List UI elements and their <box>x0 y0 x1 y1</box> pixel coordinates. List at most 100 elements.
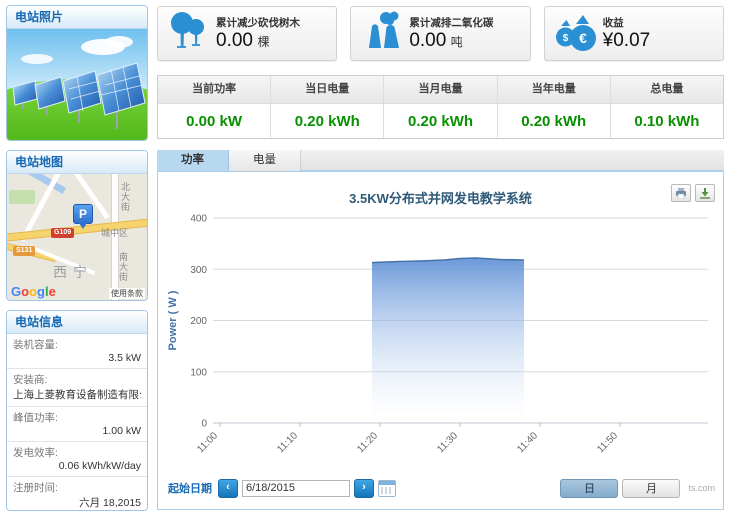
station-info-list: 装机容量: 3.5 kW 安装商: 上海上菱教育设备制造有限公司 峰值功率: 1… <box>7 334 147 511</box>
stat-header: 当日电量 <box>271 76 383 104</box>
tab-power[interactable]: 功率 <box>157 150 229 171</box>
station-photo-title: 电站照片 <box>7 6 147 29</box>
stat-value: 0.20 kWh <box>498 104 610 138</box>
eco-box-trees: 累计减少砍伐树木 0.00 棵 <box>157 6 337 61</box>
svg-text:$: $ <box>562 33 568 44</box>
eco-label: 累计减少砍伐树木 <box>216 15 330 30</box>
eco-box-co2: 累计减排二氧化碳 0.00 吨 <box>350 6 530 61</box>
info-row-efficiency: 发电效率: 0.06 kWh/kW/day <box>7 442 147 477</box>
date-input[interactable] <box>242 480 350 497</box>
range-toggle-group: 日 月 ts.com <box>560 479 715 498</box>
map-label-north-street: 北大街 <box>119 182 132 212</box>
prev-date-button[interactable]: ‹ <box>218 479 238 498</box>
eco-box-revenue: $ € 收益 ¥0.07 <box>544 6 724 61</box>
date-picker-group: 起始日期 ‹ › <box>168 479 396 498</box>
info-row-registered: 注册时间: 六月 18,2015 <box>7 477 147 511</box>
stat-header: 总电量 <box>611 76 723 104</box>
printer-icon <box>675 188 687 199</box>
stat-value: 0.20 kWh <box>271 104 383 138</box>
eco-unit: 棵 <box>257 35 269 49</box>
svg-text:11:20: 11:20 <box>355 430 380 455</box>
eco-label: 收益 <box>603 15 717 30</box>
day-range-button[interactable]: 日 <box>560 479 618 498</box>
eco-value: ¥0.07 <box>603 30 651 51</box>
stat-value: 0.10 kWh <box>611 104 723 138</box>
svg-text:11:30: 11:30 <box>435 430 460 455</box>
map-label-city: 西宁 <box>53 262 93 282</box>
svg-text:300: 300 <box>190 265 207 276</box>
chart-tabs: 功率 电量 <box>157 150 724 171</box>
stat-header: 当年电量 <box>498 76 610 104</box>
station-photo-panel: 电站照片 <box>6 5 148 141</box>
stat-current-power: 当前功率 0.00 kW <box>158 76 271 138</box>
tab-energy[interactable]: 电量 <box>229 150 301 171</box>
info-label: 发电效率: <box>13 445 141 460</box>
stat-header: 当前功率 <box>158 76 270 104</box>
svg-text:Power ( W ): Power ( W ) <box>167 290 179 350</box>
power-chart-panel: 3.5KW分布式并网发电教学系统 <box>157 171 724 510</box>
eco-label: 累计减排二氧化碳 <box>409 15 523 30</box>
chart-controls: 起始日期 ‹ › 日 月 ts.com <box>168 477 715 499</box>
stat-yearly-energy: 当年电量 0.20 kWh <box>498 76 611 138</box>
power-plant-icon <box>357 10 409 57</box>
map-terms-link[interactable]: 使用条款 <box>109 288 145 299</box>
stat-value: 0.00 kW <box>158 104 270 138</box>
info-row-installer: 安装商: 上海上菱教育设备制造有限公司 <box>7 369 147 407</box>
svg-text:0: 0 <box>201 419 207 430</box>
station-info-title: 电站信息 <box>7 311 147 334</box>
stat-monthly-energy: 当月电量 0.20 kWh <box>384 76 497 138</box>
station-info-panel: 电站信息 装机容量: 3.5 kW 安装商: 上海上菱教育设备制造有限公司 峰值… <box>6 310 148 511</box>
export-chart-button[interactable] <box>695 184 715 202</box>
map-marker-p[interactable]: P <box>73 204 93 224</box>
svg-text:100: 100 <box>190 367 207 378</box>
chart-title: 3.5KW分布式并网发电教学系统 <box>158 188 723 207</box>
chart-export-buttons <box>671 184 715 202</box>
station-map-panel: 电站地图 G109 S131 P 城中区 北大街 南大街 西宁 Google 使… <box>6 150 148 301</box>
calendar-icon-header <box>379 481 395 485</box>
money-bags-icon: $ € <box>551 10 603 57</box>
print-chart-button[interactable] <box>671 184 691 202</box>
info-label: 装机容量: <box>13 337 141 352</box>
svg-text:11:50: 11:50 <box>595 430 620 455</box>
download-icon <box>699 188 711 199</box>
eco-stats-row: 累计减少砍伐树木 0.00 棵 累计减排二氧化碳 0.00 吨 <box>157 6 724 61</box>
road-badge-s131: S131 <box>13 246 35 256</box>
power-area-chart[interactable]: 0 100 200 300 400 11:00 11:10 11:20 11:30 11:40 11… <box>164 206 720 468</box>
info-row-capacity: 装机容量: 3.5 kW <box>7 334 147 369</box>
next-date-button[interactable]: › <box>354 479 374 498</box>
station-photo <box>7 29 147 141</box>
info-label: 安装商: <box>13 372 141 387</box>
eco-unit: 吨 <box>451 35 463 49</box>
google-map[interactable]: G109 S131 P 城中区 北大街 南大街 西宁 Google 使用条款 <box>7 174 147 301</box>
energy-stats-bar: 当前功率 0.00 kW 当日电量 0.20 kWh 当月电量 0.20 kWh… <box>157 75 724 139</box>
stat-header: 当月电量 <box>384 76 496 104</box>
svg-text:11:00: 11:00 <box>195 430 220 455</box>
calendar-icon-grid <box>381 487 393 494</box>
google-logo: Google <box>11 284 56 299</box>
solar-panels-photo <box>7 29 147 141</box>
stat-value: 0.20 kWh <box>384 104 496 138</box>
dashboard: 电站照片 <box>0 0 730 516</box>
map-label-district: 城中区 <box>101 226 128 239</box>
info-value: 3.5 kW <box>13 352 141 364</box>
svg-text:400: 400 <box>190 214 207 225</box>
road-badge-g109: G109 <box>51 228 74 238</box>
info-value: 1.00 kW <box>13 425 141 437</box>
info-label: 注册时间: <box>13 480 141 495</box>
chart-watermark: ts.com <box>688 483 715 493</box>
info-value: 0.06 kWh/kW/day <box>13 460 141 472</box>
eco-value: 0.00 <box>216 30 253 51</box>
month-range-button[interactable]: 月 <box>622 479 680 498</box>
map-label-south-street: 南大街 <box>117 252 130 282</box>
svg-text:200: 200 <box>190 316 207 327</box>
calendar-icon[interactable] <box>378 480 396 497</box>
svg-text:11:40: 11:40 <box>515 430 540 455</box>
info-value: 六月 18,2015 <box>13 495 141 510</box>
info-row-peak-power: 峰值功率: 1.00 kW <box>7 407 147 442</box>
info-value: 上海上菱教育设备制造有限公司 <box>13 387 141 402</box>
svg-text:€: € <box>579 30 587 46</box>
svg-text:11:10: 11:10 <box>275 430 300 455</box>
trees-icon <box>164 10 216 57</box>
stat-total-energy: 总电量 0.10 kWh <box>611 76 723 138</box>
map-park <box>9 190 35 204</box>
